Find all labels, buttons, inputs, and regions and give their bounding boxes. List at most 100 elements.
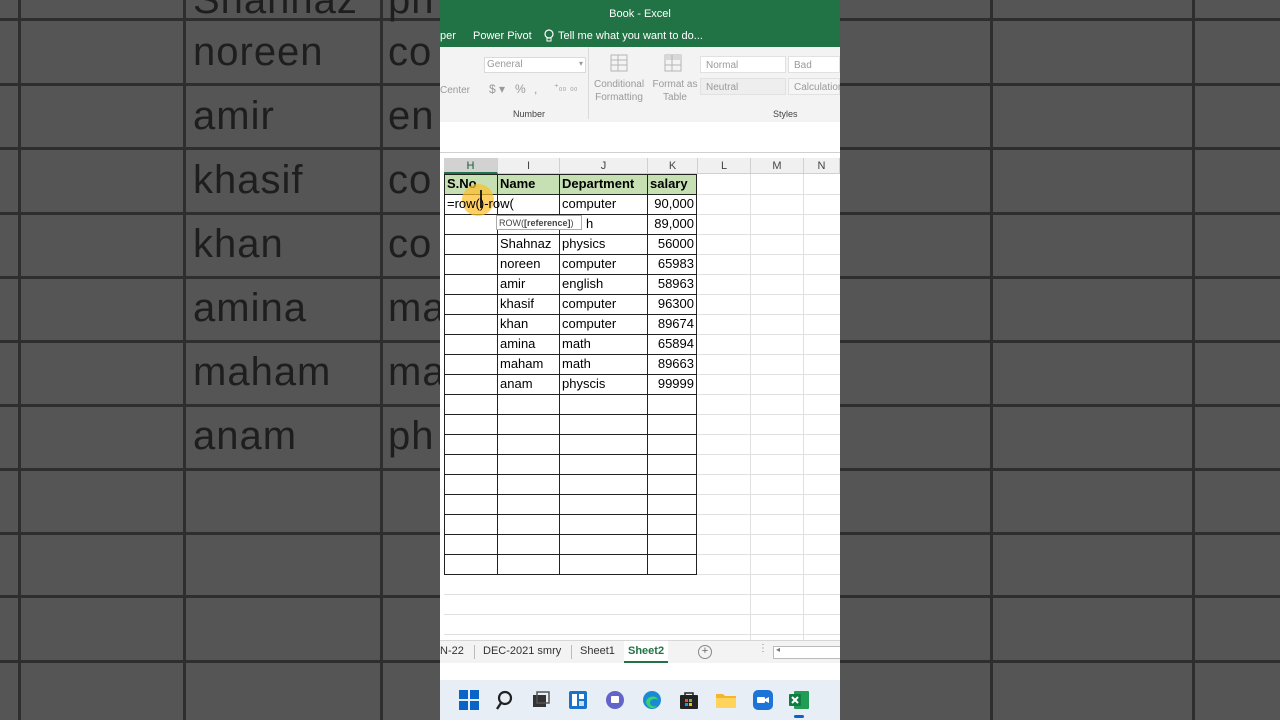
cell-name[interactable]: khan	[497, 314, 528, 334]
cell-dept[interactable]: math	[559, 354, 591, 374]
tab-developer-partial[interactable]: per	[440, 30, 456, 42]
header-name[interactable]: Name	[497, 174, 535, 194]
tooltip-argument: [reference]	[524, 218, 571, 228]
cell-dept[interactable]: math	[559, 334, 591, 354]
style-bad[interactable]: Bad	[788, 56, 840, 73]
gridline	[697, 394, 840, 395]
bg-dept: co	[388, 222, 433, 266]
merge-center-button[interactable]: Center	[440, 85, 470, 96]
formula-bar[interactable]	[440, 122, 840, 153]
header-department[interactable]: Department	[559, 174, 634, 194]
number-format-dropdown[interactable]: General ▾	[484, 57, 586, 73]
cell-name[interactable]: Shahnaz	[497, 234, 551, 254]
cell-salary[interactable]: 89,000	[648, 214, 694, 234]
tab-separator	[474, 645, 475, 659]
cell-name[interactable]: anam	[497, 374, 533, 394]
number-group-label: Number	[513, 109, 546, 119]
format-as-table-button[interactable]: Format as Table	[648, 51, 698, 111]
number-format-value: General	[487, 59, 523, 70]
zoom-meeting-icon[interactable]	[752, 689, 774, 711]
bg-name: noreen	[193, 30, 324, 74]
tab-power-pivot[interactable]: Power Pivot	[473, 30, 532, 42]
column-header-n[interactable]: N	[804, 158, 840, 174]
cell-dept[interactable]: physics	[559, 234, 605, 254]
tell-me-search[interactable]: Tell me what you want to do...	[558, 30, 703, 42]
bg-name: Shahnaz	[193, 0, 358, 22]
bg-name: amir	[193, 94, 275, 138]
decrease-decimal-icon[interactable]: ₀₀	[570, 82, 577, 92]
cell-salary[interactable]: 65983	[648, 254, 694, 274]
cell-salary[interactable]: 90,000	[648, 194, 694, 214]
windows-start-icon[interactable]	[458, 689, 480, 711]
cell-dept[interactable]: physcis	[559, 374, 605, 394]
percent-icon[interactable]: %	[515, 82, 526, 96]
header-salary[interactable]: salary	[647, 174, 688, 194]
column-header-h[interactable]: H	[444, 158, 498, 174]
add-sheet-icon[interactable]: +	[698, 645, 712, 659]
widgets-icon[interactable]	[567, 689, 589, 711]
cell-salary[interactable]: 65894	[648, 334, 694, 354]
cell-salary[interactable]: 89663	[648, 354, 694, 374]
excel-app-icon[interactable]	[788, 689, 810, 711]
gridline	[697, 194, 840, 195]
teams-chat-icon[interactable]	[604, 689, 626, 711]
cell-dept[interactable]: english	[559, 274, 603, 294]
column-header-j[interactable]: J	[560, 158, 648, 174]
column-header-m[interactable]: M	[751, 158, 804, 174]
cell-name[interactable]: khasif	[497, 294, 534, 314]
file-explorer-icon[interactable]	[715, 689, 737, 711]
column-header-l[interactable]: L	[698, 158, 751, 174]
currency-icon[interactable]: $ ▾	[489, 82, 505, 96]
gridline	[697, 474, 840, 475]
task-view-icon[interactable]	[530, 689, 552, 711]
more-options-icon[interactable]: ⋮	[758, 643, 768, 654]
gridline	[697, 614, 840, 615]
sheet-tab-sheet2[interactable]: Sheet2	[624, 641, 669, 663]
column-header-i[interactable]: I	[498, 158, 560, 174]
bg-name: khasif	[193, 158, 304, 202]
scroll-left-icon[interactable]: ◂	[776, 645, 780, 654]
cell-name[interactable]: noreen	[497, 254, 540, 274]
cell-salary[interactable]: 56000	[648, 234, 694, 254]
store-icon[interactable]	[678, 689, 700, 711]
gridline	[697, 314, 840, 315]
worksheet-grid[interactable]: H I J K L M N S.No Name Department salar…	[440, 158, 840, 640]
sheet-tab-n22[interactable]: N-22	[440, 641, 468, 663]
cell-name[interactable]: amina	[497, 334, 535, 354]
style-normal[interactable]: Normal	[700, 56, 786, 73]
sheet-tab-sheet1[interactable]: Sheet1	[576, 641, 619, 663]
cell-dept[interactable]: computer	[559, 314, 616, 334]
search-icon[interactable]	[495, 689, 517, 711]
cell-dept[interactable]: computer	[559, 194, 616, 214]
table-border-line	[444, 494, 697, 495]
gridline	[697, 374, 840, 375]
gridline	[697, 214, 840, 215]
cell-name[interactable]: maham	[497, 354, 543, 374]
conditional-formatting-button[interactable]: Conditional Formatting	[594, 51, 644, 111]
bg-dept: ph	[388, 414, 435, 458]
cell-salary[interactable]: 99999	[648, 374, 694, 394]
increase-decimal-icon[interactable]: ⁺₀₀	[554, 82, 566, 93]
style-calculation[interactable]: Calculation	[788, 78, 840, 95]
cell-dept[interactable]: computer	[559, 254, 616, 274]
sheet-tab-dec-2021-smry[interactable]: DEC-2021 smry	[479, 641, 565, 663]
cell-salary[interactable]: 89674	[648, 314, 694, 334]
conditional-formatting-label-1: Conditional	[594, 79, 645, 90]
format-as-table-icon	[664, 54, 682, 72]
comma-style-icon[interactable]: ,	[534, 82, 537, 96]
column-header-k[interactable]: K	[648, 158, 698, 174]
cell-salary[interactable]: 58963	[648, 274, 694, 294]
cell-dept[interactable]: computer	[559, 294, 616, 314]
gridline	[697, 594, 840, 595]
bg-gridline	[18, 0, 21, 720]
table-border-line	[444, 554, 697, 555]
formula-edit-cell[interactable]: =row()-row(	[444, 194, 514, 214]
horizontal-scrollbar[interactable]: ◂	[773, 645, 840, 659]
edge-browser-icon[interactable]	[641, 689, 663, 711]
gridline	[803, 174, 804, 640]
style-neutral[interactable]: Neutral	[700, 78, 786, 95]
gridline	[444, 614, 697, 615]
cell-dept-partial[interactable]: h	[583, 214, 593, 234]
cell-salary[interactable]: 96300	[648, 294, 694, 314]
cell-name[interactable]: amir	[497, 274, 525, 294]
